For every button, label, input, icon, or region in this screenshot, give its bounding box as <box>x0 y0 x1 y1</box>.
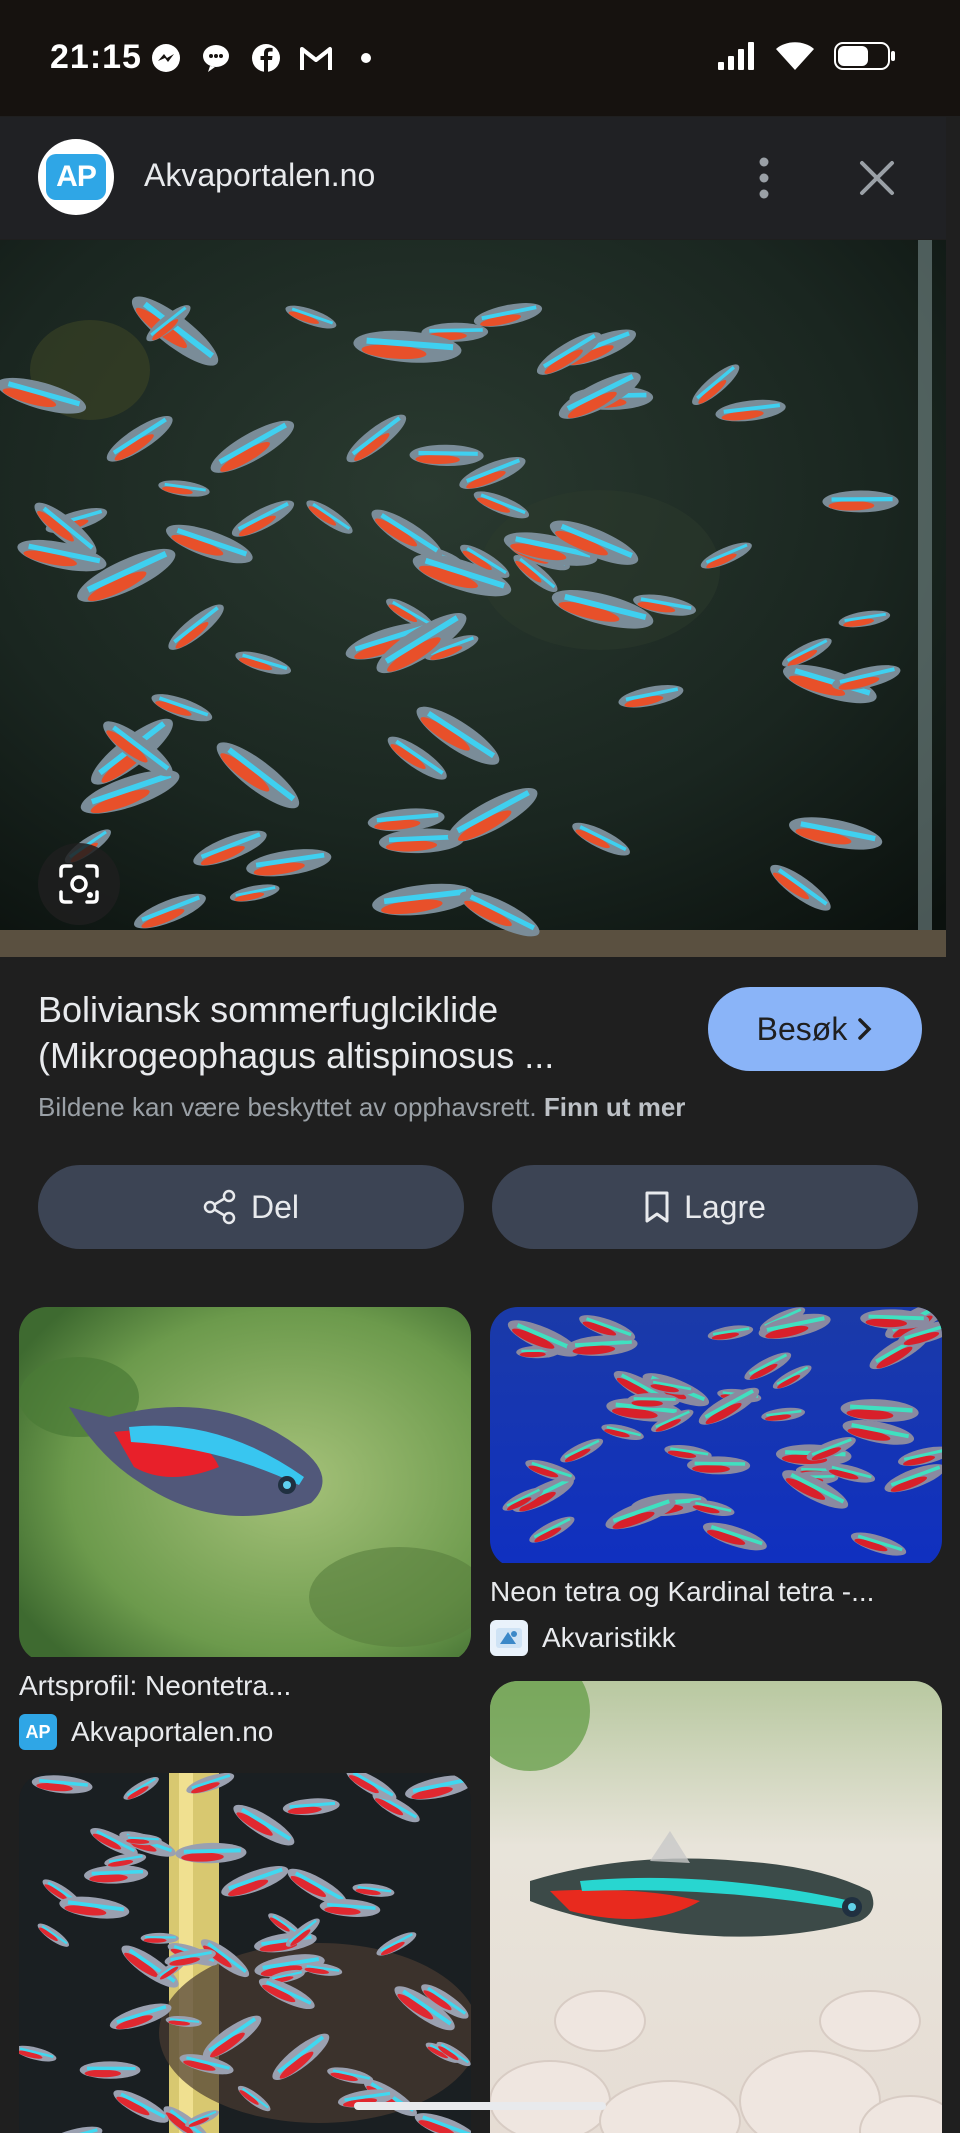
chevron-right-icon <box>858 1018 872 1040</box>
related-thumbnail[interactable] <box>19 1307 471 1662</box>
related-thumbnail[interactable] <box>19 1773 471 2133</box>
dot-icon <box>348 40 384 76</box>
related-title[interactable]: Artsprofil: Neontetra... <box>19 1670 471 1702</box>
status-time: 21:15 <box>50 38 142 76</box>
notification-icons <box>148 40 384 76</box>
share-label: Del <box>250 1188 299 1225</box>
visit-button[interactable]: Besøk <box>708 987 922 1071</box>
home-indicator[interactable] <box>354 2102 606 2110</box>
related-card[interactable] <box>490 1681 942 2133</box>
learn-more-link[interactable]: Finn ut mer <box>544 1092 686 1122</box>
system-icons <box>716 40 896 77</box>
sheet-header: AP Akvaportalen.no <box>0 117 946 239</box>
gmail-icon <box>298 40 334 76</box>
related-source[interactable]: Akvaristikk <box>490 1620 942 1656</box>
visit-label: Besøk <box>756 1010 848 1047</box>
more-options-button[interactable] <box>740 153 788 203</box>
source-name: Akvaristikk <box>542 1622 676 1653</box>
bookmark-icon <box>645 1191 669 1223</box>
related-thumbnail[interactable] <box>490 1681 942 2133</box>
related-title[interactable]: Neon tetra og Kardinal tetra -... <box>490 1576 942 1608</box>
copyright-notice: Bildene kan være beskyttet av opphavsret… <box>38 1092 685 1123</box>
main-image[interactable] <box>0 240 946 957</box>
related-card[interactable]: Neon tetra og Kardinal tetra -... Akvari… <box>490 1307 942 1656</box>
related-source[interactable]: AP Akvaportalen.no <box>19 1714 471 1750</box>
image-viewer-sheet: AP Akvaportalen.no Boliviansk sommerfugl… <box>0 117 946 2133</box>
save-label: Lagre <box>684 1188 766 1225</box>
result-title[interactable]: Boliviansk sommerfuglciklide (Mikrogeoph… <box>38 987 678 1079</box>
battery-icon <box>834 40 896 77</box>
threads-icon <box>198 40 234 76</box>
share-icon <box>203 1189 236 1225</box>
messenger-icon <box>148 40 184 76</box>
signal-icon <box>716 40 756 77</box>
more-vert-icon <box>759 157 769 199</box>
facebook-icon <box>248 40 284 76</box>
related-card[interactable] <box>19 1773 471 2133</box>
close-button[interactable] <box>852 153 902 203</box>
share-button[interactable]: Del <box>38 1165 464 1249</box>
status-bar: 21:15 <box>0 0 960 116</box>
site-logo[interactable]: AP <box>38 139 114 215</box>
copyright-text: Bildene kan være beskyttet av opphavsret… <box>38 1092 537 1122</box>
close-icon <box>860 161 894 195</box>
wifi-icon <box>774 40 816 77</box>
source-name: Akvaportalen.no <box>71 1716 274 1747</box>
akvaristikk-logo-icon <box>490 1620 528 1656</box>
save-button[interactable]: Lagre <box>492 1165 918 1249</box>
related-thumbnail[interactable] <box>490 1307 942 1568</box>
lens-icon <box>59 864 99 904</box>
related-card[interactable]: Artsprofil: Neontetra... AP Akvaportalen… <box>19 1307 471 1750</box>
source-logo: AP <box>19 1714 57 1750</box>
lens-button[interactable] <box>38 843 120 925</box>
ap-logo-text: AP <box>46 154 106 200</box>
site-name[interactable]: Akvaportalen.no <box>144 157 375 194</box>
